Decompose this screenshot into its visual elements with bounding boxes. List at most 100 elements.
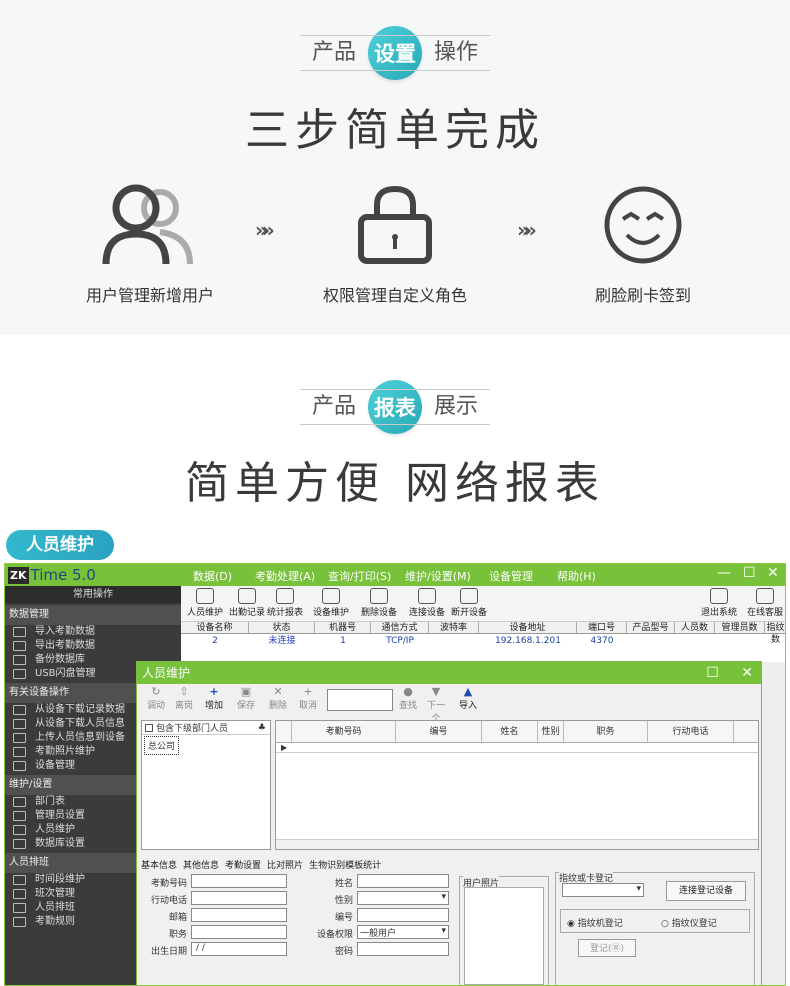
form-field[interactable]	[191, 908, 287, 922]
tab-2[interactable]: 考勤设置	[225, 858, 261, 871]
column-header[interactable]: 性别	[538, 721, 564, 742]
radio-fp-machine[interactable]: ◉ 指纹机登记	[567, 916, 623, 929]
column-header[interactable]: 考勤号码	[292, 721, 396, 742]
nav-item-label: 管理员设置	[35, 810, 85, 821]
horizontal-scrollbar[interactable]	[276, 839, 758, 849]
column-header[interactable]	[276, 721, 292, 742]
dialog-toolbar-button[interactable]: ▲ 导入	[455, 686, 481, 712]
form-field[interactable]	[357, 942, 449, 956]
nav-item-label: 导入考勤数据	[35, 626, 95, 637]
sidebar-item[interactable]: 导入考勤数据	[5, 625, 181, 639]
pill-left-text: 产品	[311, 40, 356, 65]
column-header[interactable]: 状态	[249, 622, 315, 633]
column-header[interactable]: 职务	[564, 721, 648, 742]
toolbar-button[interactable]: 退出系统	[701, 588, 737, 618]
step-arrow-icon: »»	[255, 218, 275, 242]
maximize-button[interactable]: ☐	[743, 565, 756, 581]
column-header[interactable]: 指纹数	[765, 622, 785, 645]
photo-box[interactable]	[464, 887, 544, 985]
toolbar-button[interactable]: 统计报表	[267, 588, 303, 618]
nav-item-label: 时间段维护	[35, 874, 85, 885]
form-field[interactable]	[357, 874, 449, 888]
search-input[interactable]	[327, 689, 393, 711]
toolbar-icon: ⇧	[179, 685, 189, 698]
tab-3[interactable]: 比对照片	[267, 858, 303, 871]
include-sub-checkbox[interactable]	[145, 723, 153, 732]
dialog-toolbar-button[interactable]: ▣ 保存	[233, 686, 259, 712]
table-row[interactable]: ▶	[276, 743, 758, 753]
minimize-button[interactable]: —	[717, 565, 731, 581]
dialog-toolbar-button[interactable]: ⇧ 离岗	[171, 685, 197, 712]
column-header[interactable]: 姓名	[482, 721, 538, 742]
radio-fp-reader[interactable]: ○ 指纹仪登记	[661, 916, 717, 929]
toolbar-button[interactable]: 在线客服	[747, 588, 783, 618]
menu-help[interactable]: 帮助(H)	[557, 568, 596, 584]
form-field[interactable]	[191, 874, 287, 888]
tab-1[interactable]: 其他信息	[183, 858, 219, 871]
menu-attendance[interactable]: 考勤处理(A)	[255, 568, 315, 584]
table-cell: 4370	[590, 636, 614, 646]
column-header[interactable]: 设备地址	[479, 622, 577, 633]
step-lock: 权限管理自定义角色	[305, 180, 485, 306]
column-header[interactable]: 行动电话	[648, 721, 734, 742]
toolbar-button[interactable]: 人员维护	[187, 588, 223, 618]
radio-fp-machine-label: 指纹机登记	[577, 919, 623, 929]
form-field[interactable]	[357, 908, 449, 922]
column-header[interactable]: 产品型号	[627, 622, 675, 633]
table-cell	[429, 634, 479, 648]
toolbar-icon: +	[209, 685, 219, 698]
detail-tabs: 基本信息 其他信息 考勤设置 比对照片 生物识别模板统计	[141, 858, 381, 871]
nav-item-label: 考勤规则	[35, 916, 75, 927]
nav-item-icon	[13, 917, 26, 927]
form-label: 邮箱	[168, 913, 187, 923]
menu-device[interactable]: 设备管理	[489, 568, 533, 584]
dialog-toolbar-button[interactable]: + 取消	[295, 686, 321, 712]
column-header[interactable]: 机器号	[315, 622, 371, 633]
menu-data[interactable]: 数据(D)	[193, 568, 232, 584]
menu-maintain[interactable]: 维护/设置(M)	[405, 568, 471, 584]
dialog-window-controls: ☐ ✕	[706, 662, 753, 684]
fingerprint-device-select[interactable]	[562, 883, 644, 897]
column-header[interactable]: 波特率	[429, 622, 479, 633]
form-field[interactable]	[191, 925, 287, 939]
dialog-toolbar-button[interactable]: ▼ 下一个	[423, 686, 449, 725]
column-header[interactable]: 人员数	[675, 622, 715, 633]
nav-item-icon	[13, 655, 26, 665]
nav-group-title[interactable]: 数据管理	[5, 605, 181, 625]
column-header[interactable]: 管理员数	[715, 622, 765, 633]
tree-root[interactable]: 总公司	[144, 736, 180, 755]
register-button[interactable]: 登记(Ⓡ)	[578, 939, 636, 957]
org-tree-icon[interactable]: ♣	[258, 723, 266, 733]
tab-0[interactable]: 基本信息	[141, 858, 177, 871]
form-field[interactable]	[191, 891, 287, 905]
tab-4[interactable]: 生物识别模板统计	[309, 858, 381, 871]
column-header[interactable]: 设备名称	[181, 622, 249, 633]
toolbar-button[interactable]: 出勤记录	[229, 588, 265, 618]
step-label: 用户管理新增用户	[85, 286, 214, 305]
sidebar-item[interactable]: 导出考勤数据	[5, 639, 181, 653]
toolbar-button[interactable]: 删除设备	[361, 588, 397, 618]
column-header[interactable]: 端口号	[577, 622, 627, 633]
menu-query[interactable]: 查询/打印(S)	[328, 568, 391, 584]
form-field[interactable]: 一般用户	[357, 925, 449, 939]
table-row[interactable]: 2 未连接 1 TCP/IP 192.168.1.201 4370	[181, 634, 785, 648]
column-header[interactable]: 通信方式	[371, 622, 429, 633]
toolbar-button[interactable]: 连接设备	[409, 588, 445, 618]
dialog-toolbar-button[interactable]: ● 查找	[395, 686, 421, 712]
dialog-close-button[interactable]: ✕	[741, 665, 753, 681]
toolbar-button[interactable]: 设备维护	[313, 588, 349, 618]
connect-device-button[interactable]: 连接登记设备	[666, 881, 746, 901]
form-field[interactable]	[357, 891, 449, 905]
nav-item-icon	[13, 825, 26, 835]
nav-item-label: USB闪盘管理	[35, 668, 96, 679]
column-header[interactable]: 编号	[396, 721, 482, 742]
toolbar-label: 离岗	[174, 701, 193, 711]
dialog-toolbar-button[interactable]: + 增加	[201, 685, 227, 712]
dialog-toolbar-button[interactable]: ↻ 调动	[143, 686, 169, 712]
dialog-toolbar-button[interactable]: ✕ 删除	[265, 686, 291, 712]
form-field[interactable]: / /	[191, 942, 287, 956]
dialog-maximize-button[interactable]: ☐	[706, 665, 719, 681]
toolbar-button[interactable]: 断开设备	[451, 588, 487, 618]
close-button[interactable]: ✕	[767, 565, 779, 581]
section-title: 简单方便 网络报表	[185, 458, 605, 509]
